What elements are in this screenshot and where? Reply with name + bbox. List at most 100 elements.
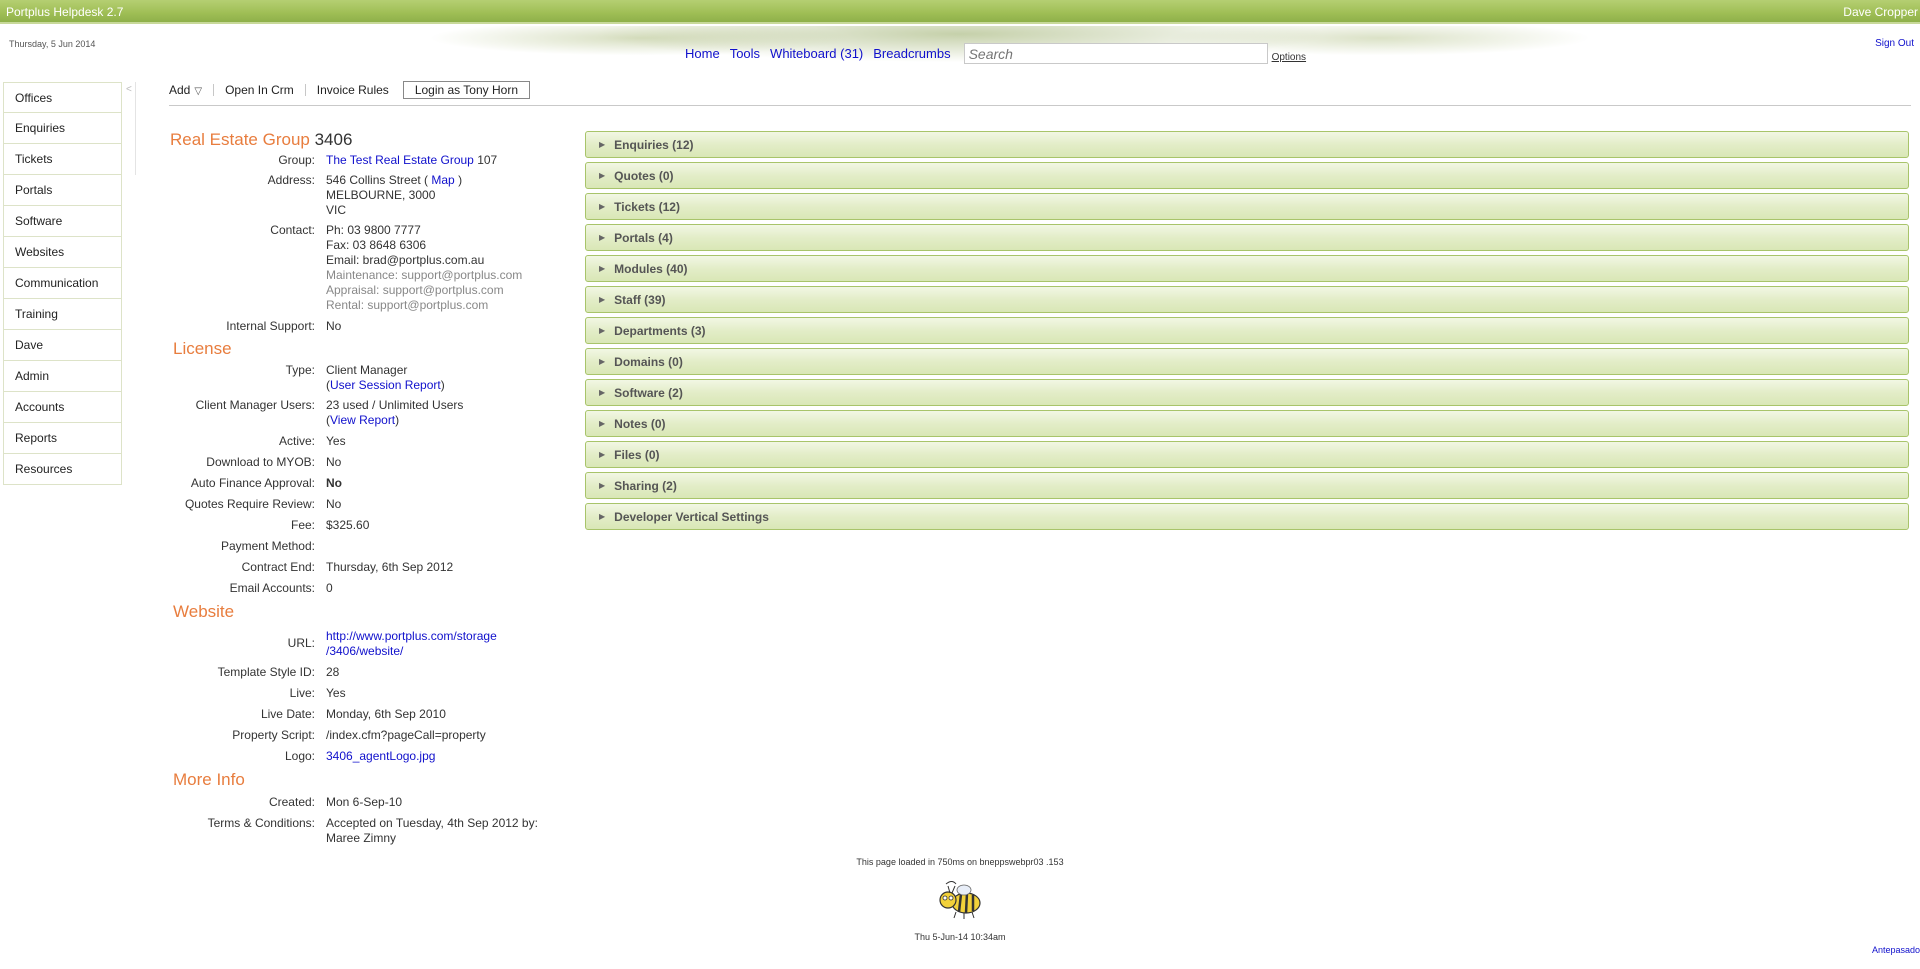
client-users-row: Client Manager Users: 23 used / Unlimite… — [170, 398, 560, 428]
top-bar: Portplus Helpdesk 2.7 Dave Cropper — [0, 0, 1920, 24]
page-timestamp: Thu 5-Jun-14 10:34am — [914, 932, 1006, 942]
sidebar-item-training[interactable]: Training — [3, 299, 122, 330]
expand-triangle-icon: ▶ — [599, 512, 606, 521]
panel-staff[interactable]: ▶ Staff (39) — [585, 286, 1909, 313]
panel-developer-vertical-settings[interactable]: ▶ Developer Vertical Settings — [585, 503, 1909, 530]
nav-tools[interactable]: Tools — [730, 46, 760, 61]
internal-support-label: Internal Support: — [226, 319, 315, 333]
sidebar-item-offices[interactable]: Offices — [3, 82, 122, 113]
created-label: Created: — [268, 795, 315, 809]
page-title: Real Estate Group 3406 — [170, 130, 560, 150]
collapse-sidebar-icon[interactable]: < — [126, 84, 132, 95]
property-script-row: Property Script: /index.cfm?pageCall=pro… — [170, 728, 560, 743]
panel-label: Developer Vertical Settings — [614, 509, 769, 524]
panel-notes[interactable]: ▶ Notes (0) — [585, 410, 1909, 437]
expand-triangle-icon: ▶ — [599, 171, 606, 180]
live-row: Live: Yes — [170, 686, 560, 701]
sidebar-item-portals[interactable]: Portals — [3, 175, 122, 206]
panel-quotes[interactable]: ▶ Quotes (0) — [585, 162, 1909, 189]
panel-departments[interactable]: ▶ Departments (3) — [585, 317, 1909, 344]
sidebar-item-tickets[interactable]: Tickets — [3, 144, 122, 175]
fee-row: Fee: $325.60 — [170, 518, 560, 533]
license-type-row: Type: Client Manager (User Session Repor… — [170, 363, 560, 393]
contact-appraisal: Appraisal: support@portplus.com — [326, 283, 504, 297]
panel-enquiries[interactable]: ▶ Enquiries (12) — [585, 131, 1909, 158]
panel-software[interactable]: ▶ Software (2) — [585, 379, 1909, 406]
terms-accepted: Accepted on Tuesday, 4th Sep 2012 by: — [326, 816, 538, 830]
search-options-link[interactable]: Options — [1272, 52, 1306, 63]
fee-label: Fee: — [290, 518, 315, 532]
sign-out-link[interactable]: Sign Out — [1875, 38, 1914, 49]
open-in-crm-link[interactable]: Open In Crm — [225, 83, 294, 97]
panel-tickets[interactable]: ▶ Tickets (12) — [585, 193, 1909, 220]
panel-sharing[interactable]: ▶ Sharing (2) — [585, 472, 1909, 499]
panel-label: Files (0) — [614, 447, 660, 462]
live-date-label: Live Date: — [260, 707, 315, 721]
sidebar-item-enquiries[interactable]: Enquiries — [3, 113, 122, 144]
office-details: Real Estate Group 3406 Group: The Test R… — [170, 130, 560, 846]
sidebar-item-resources[interactable]: Resources — [3, 454, 122, 485]
live-value: Yes — [326, 686, 346, 700]
panel-label: Enquiries (12) — [614, 137, 694, 152]
search-input[interactable] — [963, 43, 1268, 64]
company-name: Real Estate Group — [170, 130, 310, 149]
expand-triangle-icon: ▶ — [599, 295, 606, 304]
quotes-review-row: Quotes Require Review: No — [170, 497, 560, 512]
sidebar-item-websites[interactable]: Websites — [3, 237, 122, 268]
website-url-link[interactable]: http://www.portplus.com/storage /3406/we… — [326, 629, 497, 659]
email-accounts-row: Email Accounts: 0 — [170, 581, 560, 596]
internal-support-value: No — [326, 319, 342, 333]
live-date-row: Live Date: Monday, 6th Sep 2010 — [170, 707, 560, 722]
paren-close: ) — [395, 413, 400, 427]
sidebar-item-dave[interactable]: Dave — [3, 330, 122, 361]
chevron-down-icon: ▽ — [194, 86, 203, 97]
sidebar-item-reports[interactable]: Reports — [3, 423, 122, 454]
email-accounts-value: 0 — [326, 581, 333, 595]
sidebar-divider — [122, 82, 136, 175]
contact-rental: Rental: support@portplus.com — [326, 298, 489, 312]
active-label: Active: — [278, 434, 315, 448]
license-heading: License — [173, 339, 232, 358]
quotes-review-label: Quotes Require Review: — [184, 497, 315, 511]
group-label: Group: — [278, 153, 315, 167]
panel-modules[interactable]: ▶ Modules (40) — [585, 255, 1909, 282]
property-script-value: /index.cfm?pageCall=property — [326, 728, 486, 742]
expand-triangle-icon: ▶ — [599, 419, 606, 428]
view-report-link[interactable]: View Report — [330, 413, 395, 427]
nav-breadcrumbs[interactable]: Breadcrumbs — [873, 46, 950, 61]
sidebar-item-admin[interactable]: Admin — [3, 361, 122, 392]
invoice-rules-link[interactable]: Invoice Rules — [317, 83, 389, 97]
login-as-button[interactable]: Login as Tony Horn — [402, 81, 530, 99]
logo-file-link[interactable]: 3406_agentLogo.jpg — [326, 749, 435, 763]
terms-label: Terms & Conditions: — [207, 816, 315, 830]
add-menu[interactable]: Add ▽ — [169, 83, 202, 97]
group-id: 107 — [477, 153, 498, 167]
panel-files[interactable]: ▶ Files (0) — [585, 441, 1909, 468]
panel-domains[interactable]: ▶ Domains (0) — [585, 348, 1909, 375]
map-link[interactable]: Map — [431, 173, 454, 187]
sidebar-item-software[interactable]: Software — [3, 206, 122, 237]
group-link[interactable]: The Test Real Estate Group — [326, 153, 474, 167]
user-session-report-link[interactable]: User Session Report — [330, 378, 441, 392]
page-load-info: This page loaded in 750ms on bneppswebpr… — [856, 857, 1064, 867]
sidebar-item-accounts[interactable]: Accounts — [3, 392, 122, 423]
nav-home[interactable]: Home — [685, 46, 720, 61]
website-heading: Website — [173, 602, 235, 621]
panel-label: Departments (3) — [614, 323, 706, 338]
address-state: VIC — [326, 203, 347, 217]
nav-whiteboard[interactable]: Whiteboard (31) — [770, 46, 863, 61]
template-label: Template Style ID: — [217, 665, 315, 679]
panel-portals[interactable]: ▶ Portals (4) — [585, 224, 1909, 251]
payment-method-label: Payment Method: — [220, 539, 315, 553]
live-label: Live: — [289, 686, 315, 700]
expand-triangle-icon: ▶ — [599, 140, 606, 149]
footer-corner-link[interactable]: Antepasado — [1872, 945, 1920, 955]
panel-label: Quotes (0) — [614, 168, 674, 183]
panel-label: Software (2) — [614, 385, 683, 400]
contact-email: Email: brad@portplus.com.au — [326, 253, 485, 267]
panel-label: Staff (39) — [614, 292, 666, 307]
panel-label: Notes (0) — [614, 416, 666, 431]
main-nav: Home Tools Whiteboard (31) Breadcrumbs O… — [685, 43, 1316, 64]
expand-triangle-icon: ▶ — [599, 264, 606, 273]
sidebar-item-communication[interactable]: Communication — [3, 268, 122, 299]
